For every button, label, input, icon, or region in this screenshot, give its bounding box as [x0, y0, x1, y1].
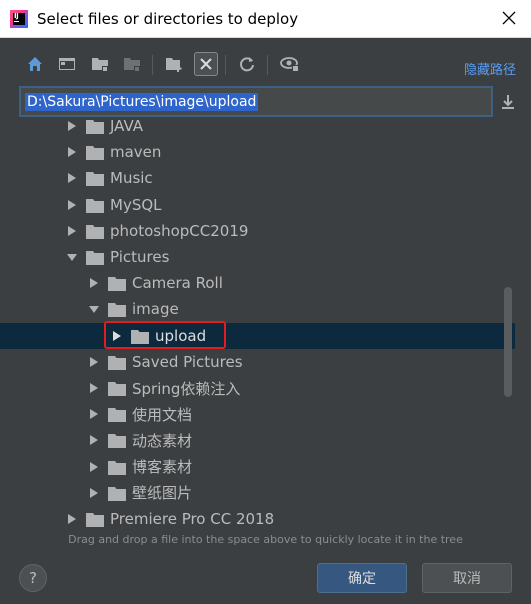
folder-icon — [86, 512, 104, 527]
collapsed-arrow-icon[interactable] — [66, 120, 78, 132]
collapsed-arrow-icon[interactable] — [66, 146, 78, 158]
hide-path-link[interactable]: 隐藏路径 — [464, 59, 516, 78]
tree-item[interactable]: 动态素材 — [0, 427, 515, 453]
desktop-icon[interactable] — [55, 52, 79, 76]
collapsed-arrow-icon[interactable] — [88, 277, 100, 289]
folder-icon — [86, 224, 104, 239]
folder-icon — [86, 250, 104, 265]
tree-item-label: 动态素材 — [132, 431, 193, 450]
tree-item-label: 壁纸图片 — [132, 484, 193, 503]
folder-icon — [108, 381, 126, 396]
collapsed-arrow-icon[interactable] — [88, 382, 100, 394]
folder-icon — [108, 355, 126, 370]
title-bar: IJ Select files or directories to deploy — [0, 0, 531, 38]
collapsed-arrow-icon[interactable] — [66, 513, 78, 525]
folder-icon — [86, 171, 104, 187]
toolbar: 隐藏路径 — [0, 38, 531, 84]
collapsed-arrow-icon[interactable] — [88, 356, 100, 368]
path-row: D:\Sakura\Pictures\image\upload — [0, 86, 531, 118]
tree-item[interactable]: 壁纸图片 — [0, 480, 515, 506]
tree-item[interactable]: MySQL — [0, 192, 515, 218]
home-icon[interactable] — [23, 52, 47, 76]
tree-item-label: 博客素材 — [132, 458, 193, 477]
tree-item-label: image — [132, 300, 179, 319]
ok-button[interactable]: 确定 — [317, 563, 407, 593]
expanded-arrow-icon[interactable] — [66, 251, 78, 263]
intellij-icon: IJ — [10, 9, 28, 28]
tree-item-label: Music — [110, 169, 153, 188]
tree-item-label: Premiere Pro CC 2018 — [110, 510, 275, 528]
tree-item[interactable]: image — [0, 296, 515, 322]
tree-item[interactable]: 使用文档 — [0, 401, 515, 427]
collapsed-arrow-icon[interactable] — [66, 199, 78, 211]
tree-item[interactable]: Music — [0, 165, 515, 191]
tree-item-label: Saved Pictures — [132, 352, 243, 371]
tree-item[interactable]: Saved Pictures — [0, 349, 515, 375]
tree-item-label: 使用文档 — [132, 405, 193, 424]
folder-icon — [108, 302, 126, 318]
new-folder-icon[interactable] — [162, 52, 186, 76]
folder-icon — [86, 119, 104, 134]
tree-item[interactable]: Spring依赖注入 — [0, 375, 515, 401]
drag-drop-hint: Drag and drop a file into the space abov… — [68, 533, 463, 546]
collapsed-arrow-icon[interactable] — [66, 172, 78, 184]
project-folder-icon[interactable] — [88, 52, 112, 76]
collapsed-arrow-icon[interactable] — [88, 434, 100, 446]
folder-icon — [108, 486, 126, 501]
toolbar-separator — [267, 55, 268, 75]
folder-icon — [86, 145, 104, 161]
tree-item-label: Pictures — [110, 248, 170, 266]
tree-item-label: photoshopCC2019 — [110, 221, 249, 240]
tree-scrollbar[interactable] — [504, 287, 512, 397]
refresh-icon[interactable] — [235, 52, 259, 76]
module-folder-icon[interactable] — [120, 52, 144, 76]
download-icon[interactable] — [496, 90, 520, 114]
cancel-button[interactable]: 取消 — [422, 563, 512, 593]
tree-item[interactable]: 博客素材 — [0, 454, 515, 480]
tree-item-label: Camera Roll — [132, 274, 223, 293]
path-input[interactable]: D:\Sakura\Pictures\image\upload — [19, 86, 493, 117]
tree-item[interactable]: photoshopCC2019 — [0, 218, 515, 244]
tree-item-label: Spring依赖注入 — [132, 379, 241, 398]
show-hidden-icon[interactable] — [278, 52, 302, 76]
tree-item-label: MySQL — [110, 195, 162, 214]
folder-icon — [86, 198, 104, 213]
folder-icon — [108, 276, 126, 292]
tree-item-label: maven — [110, 143, 162, 162]
help-button[interactable]: ? — [19, 564, 47, 592]
collapsed-arrow-icon[interactable] — [66, 225, 78, 237]
folder-icon — [108, 407, 126, 423]
collapsed-arrow-icon[interactable] — [88, 408, 100, 420]
tree-item[interactable]: upload — [0, 322, 515, 349]
tree-item[interactable]: Premiere Pro CC 2018 — [0, 506, 515, 532]
toolbar-separator — [225, 55, 226, 75]
folder-icon — [108, 460, 126, 475]
delete-icon[interactable] — [194, 52, 218, 76]
close-icon[interactable] — [499, 8, 519, 28]
tree-item-label: JAVA — [110, 118, 144, 135]
expanded-arrow-icon[interactable] — [88, 303, 100, 315]
folder-icon — [108, 433, 126, 449]
collapsed-arrow-icon[interactable] — [88, 487, 100, 499]
path-input-value: D:\Sakura\Pictures\image\upload — [25, 93, 259, 111]
tree-item[interactable]: JAVA — [0, 118, 515, 139]
toolbar-separator — [152, 55, 153, 75]
collapsed-arrow-icon[interactable] — [88, 461, 100, 473]
tree-item[interactable]: Camera Roll — [0, 270, 515, 296]
tree-item[interactable]: Pictures — [0, 244, 515, 270]
file-tree[interactable]: JAVA maven Music MySQL photoshopCC2019 Pictur… — [0, 118, 515, 532]
highlight-annotation — [104, 321, 226, 349]
tree-item[interactable]: maven — [0, 139, 515, 165]
window-title: Select files or directories to deploy — [37, 9, 299, 28]
